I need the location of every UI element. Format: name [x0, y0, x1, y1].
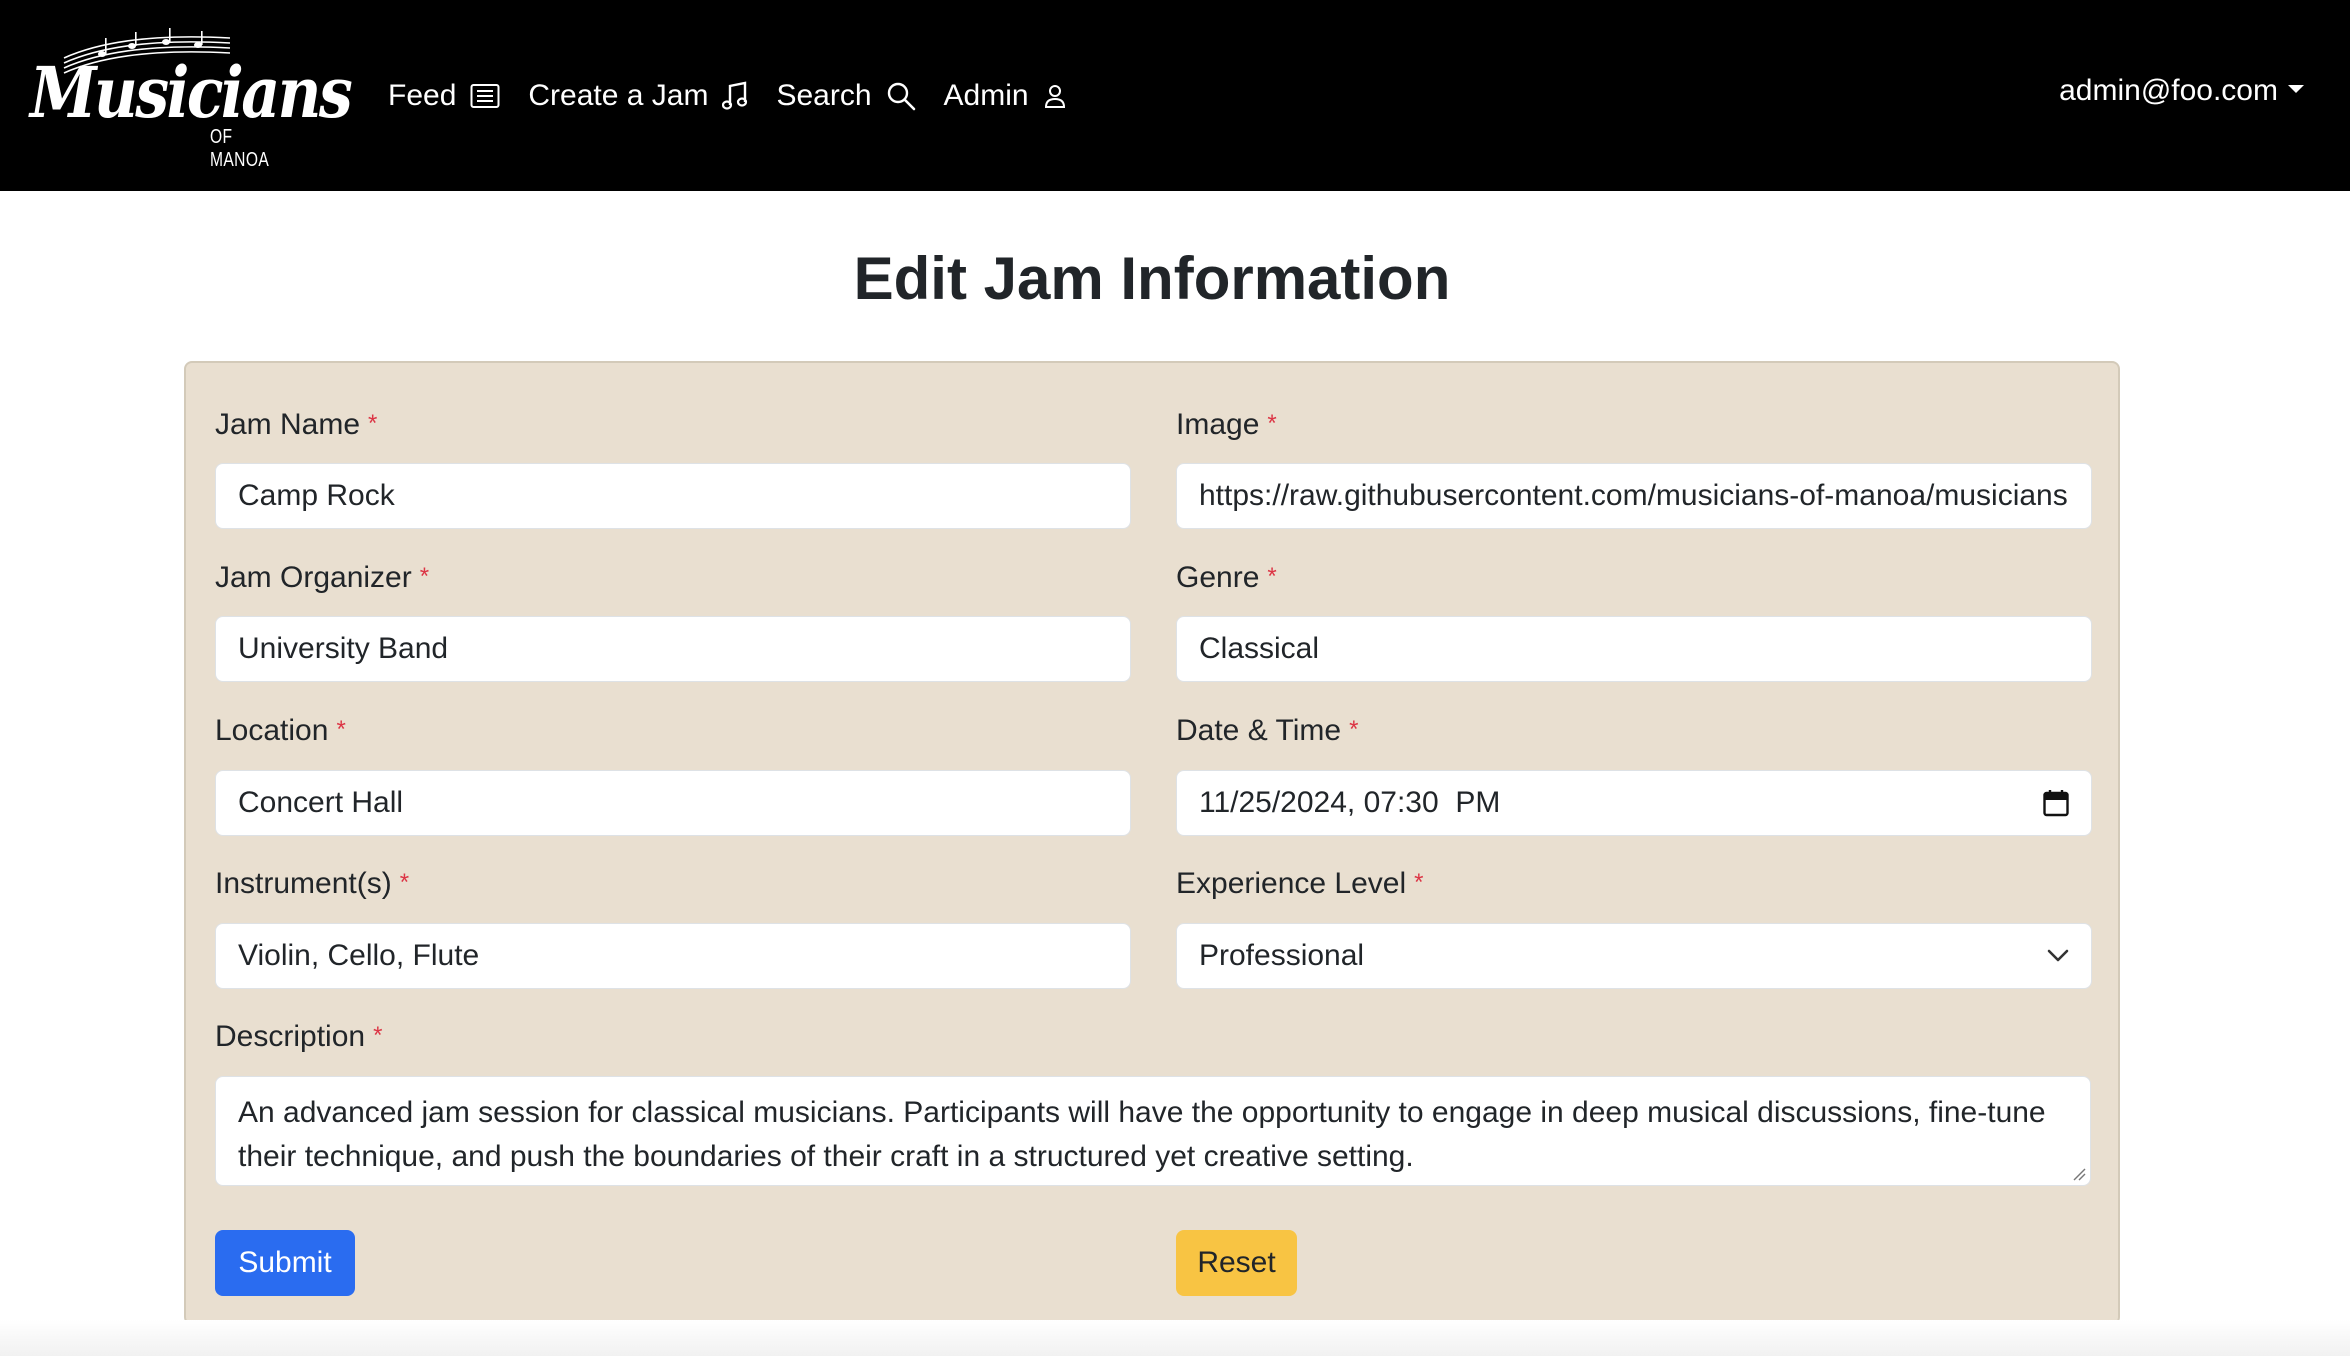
required-marker: *: [373, 1022, 383, 1049]
required-marker: *: [1267, 410, 1277, 437]
list-icon: [470, 83, 500, 109]
resize-handle-icon[interactable]: [2072, 1167, 2086, 1181]
user-menu-dropdown[interactable]: admin@foo.com: [2059, 74, 2304, 108]
genre-input[interactable]: Classical: [1176, 616, 2092, 682]
chevron-down-icon: [2288, 85, 2304, 93]
top-navbar: Musicians OF MANOA Feed Create a Jam Sea…: [0, 0, 2350, 191]
nav-link-search-label: Search: [776, 79, 872, 112]
person-icon: [1043, 83, 1067, 109]
genre-label: Genre *: [1176, 561, 1277, 594]
page-title: Edit Jam Information: [853, 245, 1451, 312]
edit-jam-form: Jam Name * Camp Rock Image * https://raw.g…: [184, 361, 2120, 1325]
music-note-icon: [722, 81, 748, 111]
datetime-label: Date & Time *: [1176, 714, 1359, 747]
required-marker: *: [336, 716, 346, 743]
required-marker: *: [368, 410, 378, 437]
location-input[interactable]: Concert Hall: [215, 770, 1131, 836]
search-icon: [886, 81, 916, 111]
user-email: admin@foo.com: [2059, 74, 2278, 107]
required-marker: *: [1267, 563, 1277, 590]
image-label: Image *: [1176, 408, 1277, 441]
nav-links: Feed Create a Jam Search Admin: [388, 70, 1095, 122]
location-label: Location *: [215, 714, 346, 747]
nav-link-feed[interactable]: Feed: [388, 79, 500, 113]
organizer-input[interactable]: University Band: [215, 616, 1131, 682]
nav-link-create-jam-label: Create a Jam: [528, 79, 709, 112]
nav-link-search[interactable]: Search: [776, 79, 915, 113]
brand-logo[interactable]: Musicians OF MANOA: [28, 28, 353, 171]
brand-name: Musicians: [30, 51, 353, 134]
required-marker: *: [399, 869, 410, 896]
nav-link-create-jam[interactable]: Create a Jam: [528, 79, 748, 113]
page-bottom-edge: [0, 1320, 2350, 1356]
image-url-input[interactable]: https://raw.githubusercontent.com/musici…: [1176, 463, 2092, 529]
required-marker: *: [1414, 869, 1424, 896]
nav-link-feed-label: Feed: [388, 79, 457, 112]
instruments-label: Instrument(s) *: [215, 867, 410, 900]
jam-name-label: Jam Name *: [215, 408, 378, 441]
description-textarea[interactable]: An advanced jam session for classical mu…: [215, 1076, 2091, 1186]
submit-button[interactable]: Submit: [215, 1230, 355, 1296]
jam-name-input[interactable]: Camp Rock: [215, 463, 1131, 529]
description-label: Description *: [215, 1020, 383, 1053]
required-marker: *: [419, 563, 430, 590]
nav-link-admin-label: Admin: [943, 79, 1029, 112]
experience-label: Experience Level *: [1176, 867, 1424, 900]
calendar-icon[interactable]: [2043, 789, 2069, 817]
datetime-input[interactable]: 11/25/2024, 07:30 PM: [1176, 770, 2092, 836]
instruments-input[interactable]: Violin, Cello, Flute: [215, 923, 1131, 989]
required-marker: *: [1349, 716, 1359, 743]
experience-select[interactable]: Professional: [1176, 923, 2092, 989]
brand-subtitle: OF MANOA: [210, 126, 270, 171]
organizer-label: Jam Organizer *: [215, 561, 430, 594]
chevron-down-icon: [2047, 949, 2069, 963]
reset-button[interactable]: Reset: [1176, 1230, 1297, 1296]
nav-link-admin[interactable]: Admin: [944, 79, 1067, 113]
